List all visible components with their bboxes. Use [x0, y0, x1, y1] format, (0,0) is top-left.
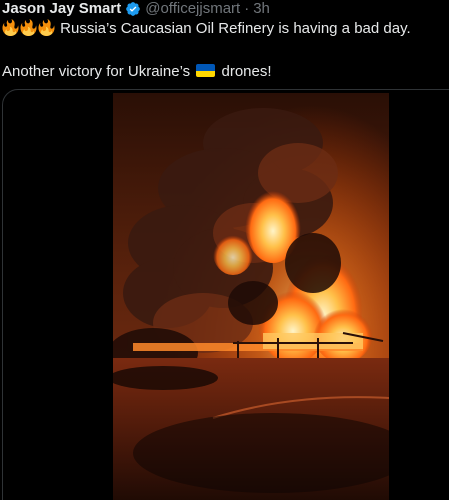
video-player[interactable] — [113, 93, 389, 500]
media-card[interactable] — [2, 89, 449, 500]
ukraine-flag-icon — [196, 64, 216, 77]
fire-emoji-icon — [38, 19, 55, 36]
tweet-header: Jason Jay Smart @officejjsmart · 3h — [2, 0, 270, 18]
verified-badge-icon — [126, 2, 141, 16]
tweet-timestamp[interactable]: 3h — [253, 0, 270, 18]
author-handle[interactable]: @officejjsmart — [145, 0, 240, 18]
refinery-fire-video-frame — [113, 93, 389, 500]
tweet-text-line-2: Another victory for Ukraine’s drones! — [2, 62, 272, 82]
tweet-text-line-1-text: Russia’s Caucasian Oil Refinery is havin… — [60, 20, 411, 37]
fire-emoji-icon — [2, 19, 19, 36]
author-display-name[interactable]: Jason Jay Smart — [2, 0, 121, 18]
tweet-text-line-1: Russia’s Caucasian Oil Refinery is havin… — [2, 19, 411, 39]
tweet-text-line-2-before: Another victory for Ukraine’s — [2, 63, 191, 80]
header-separator: · — [244, 0, 250, 17]
tweet-text-line-2-after: drones! — [221, 63, 272, 80]
fire-emoji-icon — [20, 19, 37, 36]
tweet[interactable]: Jason Jay Smart @officejjsmart · 3h Russ… — [0, 0, 449, 500]
